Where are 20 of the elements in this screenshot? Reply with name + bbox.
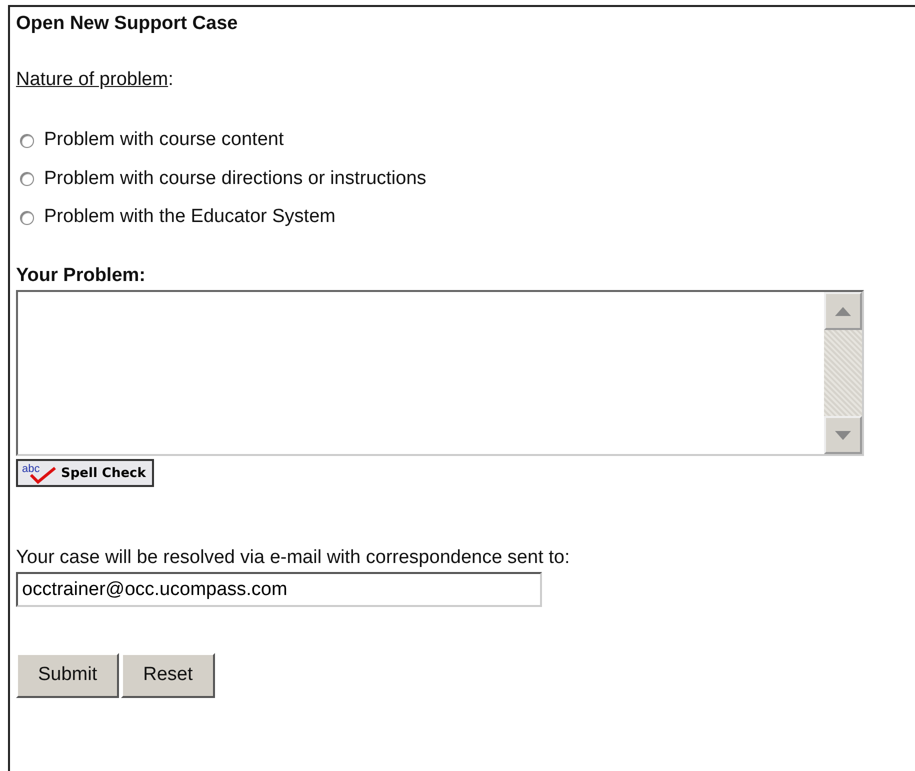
scroll-down-button[interactable] <box>824 416 862 454</box>
form-title: Open New Support Case <box>16 13 239 36</box>
instruction-text: Your case will be resolved via e-mail with correspondence sent to: <box>16 546 571 570</box>
colon: : <box>168 68 174 90</box>
form-button[interactable]: Reset <box>121 653 215 698</box>
spell-check-button[interactable]: abc Spell Check <box>16 459 154 488</box>
colon: : <box>139 264 146 286</box>
field-label: Your Problem <box>16 264 140 286</box>
email-field[interactable]: occtrainer@occ.ucompass.com <box>16 572 542 608</box>
field-label: Nature of problem <box>16 68 168 90</box>
radio-button[interactable] <box>20 172 34 186</box>
up-arrow-icon <box>835 306 851 316</box>
option-label: Problem with course directions or instructions <box>44 166 426 191</box>
radio-button[interactable] <box>20 210 34 225</box>
radio-button[interactable] <box>20 134 34 148</box>
form-button[interactable]: Submit <box>16 653 120 698</box>
scroll-up-button[interactable] <box>824 292 862 330</box>
down-arrow-icon <box>835 430 851 440</box>
option-label: Problem with the Educator System <box>44 205 336 230</box>
option-label: Problem with course content <box>44 128 284 152</box>
